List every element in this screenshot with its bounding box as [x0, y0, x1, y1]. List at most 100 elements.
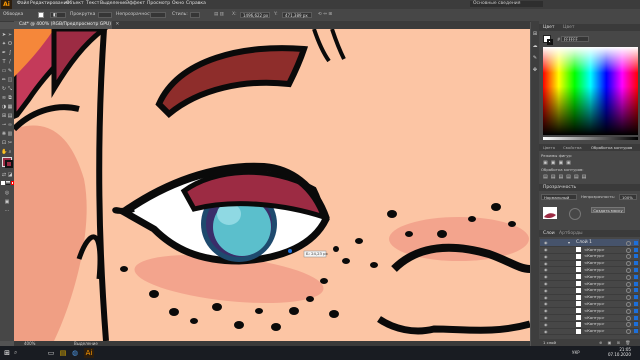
- slice-tool-icon[interactable]: ✂: [7, 140, 13, 146]
- target-icon[interactable]: [626, 267, 631, 273]
- visibility-eye-icon[interactable]: ◉: [544, 261, 548, 266]
- menu-help[interactable]: Справка: [186, 1, 206, 7]
- layer-row[interactable]: ◉ <Контур>: [540, 328, 639, 336]
- line-tool-icon[interactable]: /: [7, 59, 13, 65]
- menu-select[interactable]: Выделение: [100, 1, 127, 7]
- target-icon[interactable]: [626, 322, 631, 328]
- color-mode-icon[interactable]: [1, 181, 5, 185]
- dock-symbols-icon[interactable]: ✤: [532, 67, 538, 73]
- free-transform-tool-icon[interactable]: ⧉: [7, 95, 13, 101]
- chrome-icon[interactable]: ◍: [70, 348, 80, 358]
- zoom-level[interactable]: 400%: [24, 341, 35, 346]
- dock-brushes-icon[interactable]: ✎: [532, 55, 538, 61]
- hex-input[interactable]: FFFFFF: [561, 36, 589, 42]
- workspace-switcher[interactable]: Основные сведения: [470, 1, 543, 7]
- visibility-eye-icon[interactable]: ◉: [544, 322, 548, 327]
- shape-mode-buttons[interactable]: ▣▣▣▣: [543, 160, 574, 166]
- target-icon[interactable]: [626, 301, 631, 307]
- menu-window[interactable]: Окно: [172, 1, 184, 7]
- fill-swatch[interactable]: [38, 12, 44, 18]
- dock-properties-icon[interactable]: ⊞: [532, 31, 538, 37]
- stroke-color-chip[interactable]: [547, 39, 553, 45]
- y-field[interactable]: 471,389 px: [282, 12, 312, 18]
- visibility-eye-icon[interactable]: ◉: [544, 254, 548, 259]
- visibility-eye-icon[interactable]: ◉: [544, 274, 548, 279]
- color-tab[interactable]: Цвет: [543, 25, 555, 31]
- transform-icon[interactable]: ⟲ ⇔ ⊞: [318, 12, 332, 18]
- visibility-eye-icon[interactable]: ◉: [544, 281, 548, 286]
- menu-object[interactable]: Объект: [66, 1, 84, 7]
- blend-mode-dropdown[interactable]: Нормальный: [541, 194, 577, 200]
- artboard-canvas[interactable]: Б: 24,23 px: [14, 29, 530, 341]
- target-icon[interactable]: [626, 295, 631, 301]
- menu-view[interactable]: Просмотр: [147, 1, 170, 7]
- visibility-eye-icon[interactable]: ◉: [544, 308, 548, 313]
- task-view-icon[interactable]: ▭: [46, 348, 56, 358]
- visibility-eye-icon[interactable]: ◉: [544, 315, 548, 320]
- stroke-swatch[interactable]: ◧: [50, 12, 66, 18]
- target-icon[interactable]: [626, 261, 631, 267]
- language-indicator[interactable]: УКР: [572, 351, 580, 355]
- target-icon[interactable]: [626, 274, 631, 280]
- gradient-tool-icon[interactable]: ▤: [7, 113, 13, 119]
- opacity-field[interactable]: [150, 12, 166, 18]
- stroke-width-field[interactable]: [98, 12, 112, 18]
- document-tab-close-icon[interactable]: ✕: [115, 22, 119, 27]
- direct-selection-tool-icon[interactable]: ➢: [7, 32, 13, 38]
- graph-tool-icon[interactable]: ▥: [7, 131, 13, 137]
- layers-tab[interactable]: Слои: [543, 231, 555, 237]
- tab-properties[interactable]: Свойства: [563, 145, 582, 150]
- dock-libraries-icon[interactable]: ☁: [532, 43, 538, 49]
- stroke-color-swatch[interactable]: [5, 160, 13, 168]
- menu-effect[interactable]: Эффект: [126, 1, 145, 7]
- default-colors-icon[interactable]: ◪: [7, 172, 13, 178]
- x-field[interactable]: 1496,622 px: [240, 12, 270, 18]
- blend-tool-icon[interactable]: ∞: [7, 122, 13, 128]
- taskbar-search-icon[interactable]: ⌕: [14, 348, 44, 358]
- color-spectrum[interactable]: [543, 47, 638, 135]
- visibility-eye-icon[interactable]: ◉: [544, 267, 548, 272]
- target-icon[interactable]: [626, 329, 631, 335]
- tab-pathfinder[interactable]: Обработка контуров: [591, 145, 632, 150]
- visibility-eye-icon[interactable]: ◉: [544, 295, 548, 300]
- menu-text[interactable]: Текст: [86, 1, 99, 7]
- visibility-eye-icon[interactable]: ◉: [544, 288, 548, 293]
- layer-actions-icon[interactable]: ⊕ ▣ ⊞ 🗑: [599, 340, 632, 345]
- clock[interactable]: 21:05 07.10.2020: [608, 348, 631, 357]
- target-icon[interactable]: [626, 240, 631, 246]
- expand-chevron-icon[interactable]: ▾: [568, 240, 570, 245]
- make-mask-button[interactable]: Создать маску: [591, 207, 625, 213]
- visibility-eye-icon[interactable]: ◉: [544, 329, 548, 334]
- draw-mode-icon[interactable]: ◎: [4, 190, 10, 196]
- color-guide-tab[interactable]: Цвет: [563, 25, 575, 31]
- illustrator-taskbar-icon[interactable]: Ai: [84, 348, 94, 358]
- menu-file[interactable]: Файл: [17, 1, 29, 7]
- perspective-grid-icon[interactable]: ▦: [7, 104, 13, 110]
- gradient-mode-icon[interactable]: [6, 181, 10, 185]
- grayscale-ramp[interactable]: [543, 137, 638, 140]
- style-picker[interactable]: [190, 12, 200, 18]
- visibility-eye-icon[interactable]: ◉: [544, 240, 548, 245]
- target-icon[interactable]: [626, 315, 631, 321]
- target-icon[interactable]: [626, 281, 631, 287]
- menu-edit[interactable]: Редактирование: [30, 1, 69, 7]
- eraser-tool-icon[interactable]: ◫: [7, 77, 13, 83]
- zoom-tool-icon[interactable]: ⌕: [7, 149, 13, 155]
- target-icon[interactable]: [626, 308, 631, 314]
- file-explorer-icon[interactable]: ▤: [58, 348, 68, 358]
- target-icon[interactable]: [626, 254, 631, 260]
- scale-tool-icon[interactable]: ⤡: [7, 86, 13, 92]
- curvature-tool-icon[interactable]: ∫: [7, 50, 13, 56]
- transparency-opacity-field[interactable]: 100%: [619, 194, 637, 200]
- tab-swatches[interactable]: Цвета: [543, 145, 555, 150]
- visibility-eye-icon[interactable]: ◉: [544, 301, 548, 306]
- paintbrush-tool-icon[interactable]: ✎: [7, 68, 13, 74]
- document-tab[interactable]: Cat* @ 400% (RGB/Предпросмотр GPU) ✕: [14, 21, 119, 29]
- pathfinder-buttons[interactable]: ▤▤▤▤▤▤: [543, 174, 589, 180]
- visibility-eye-icon[interactable]: ◉: [544, 247, 548, 252]
- lasso-icon[interactable]: ʘ: [7, 41, 13, 47]
- target-icon[interactable]: [626, 288, 631, 294]
- screen-mode-icon[interactable]: ▣: [4, 199, 10, 205]
- artboards-tab[interactable]: Артборды: [559, 231, 583, 237]
- windows-start-icon[interactable]: ⊞: [2, 348, 12, 358]
